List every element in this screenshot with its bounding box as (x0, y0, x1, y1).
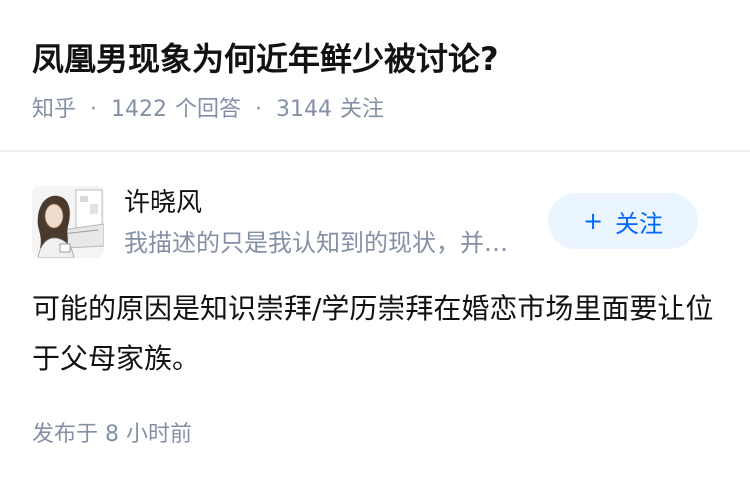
answer-content[interactable]: 可能的原因是知识崇拜/学历崇拜在婚恋市场里面要让位于父母家族。 (32, 284, 722, 384)
follower-count-label: 关注 (340, 97, 385, 122)
meta-separator: · (90, 97, 98, 122)
answer-count-label: 个回答 (175, 97, 242, 122)
avatar[interactable] (32, 186, 104, 258)
author-bio: 我描述的只是我认知到的现状，并… (124, 229, 508, 257)
meta-separator: · (255, 97, 263, 122)
author-name[interactable]: 许晓风 (124, 184, 202, 222)
source-label[interactable]: 知乎 (32, 94, 76, 126)
question-meta: 知乎 · 1422 个回答 · 3144 关注 (32, 94, 384, 126)
answer-count: 1422 (111, 97, 168, 122)
follow-button[interactable]: + 关注 (548, 193, 698, 249)
plus-icon: + (582, 207, 604, 235)
answer-time: 发布于 8 小时前 (32, 422, 192, 447)
divider (0, 150, 750, 152)
question-title[interactable]: 凤凰男现象为何近年鲜少被讨论? (32, 36, 499, 82)
follow-label: 关注 (615, 209, 664, 238)
avatar-image (32, 186, 104, 258)
follower-count: 3144 (276, 97, 333, 122)
